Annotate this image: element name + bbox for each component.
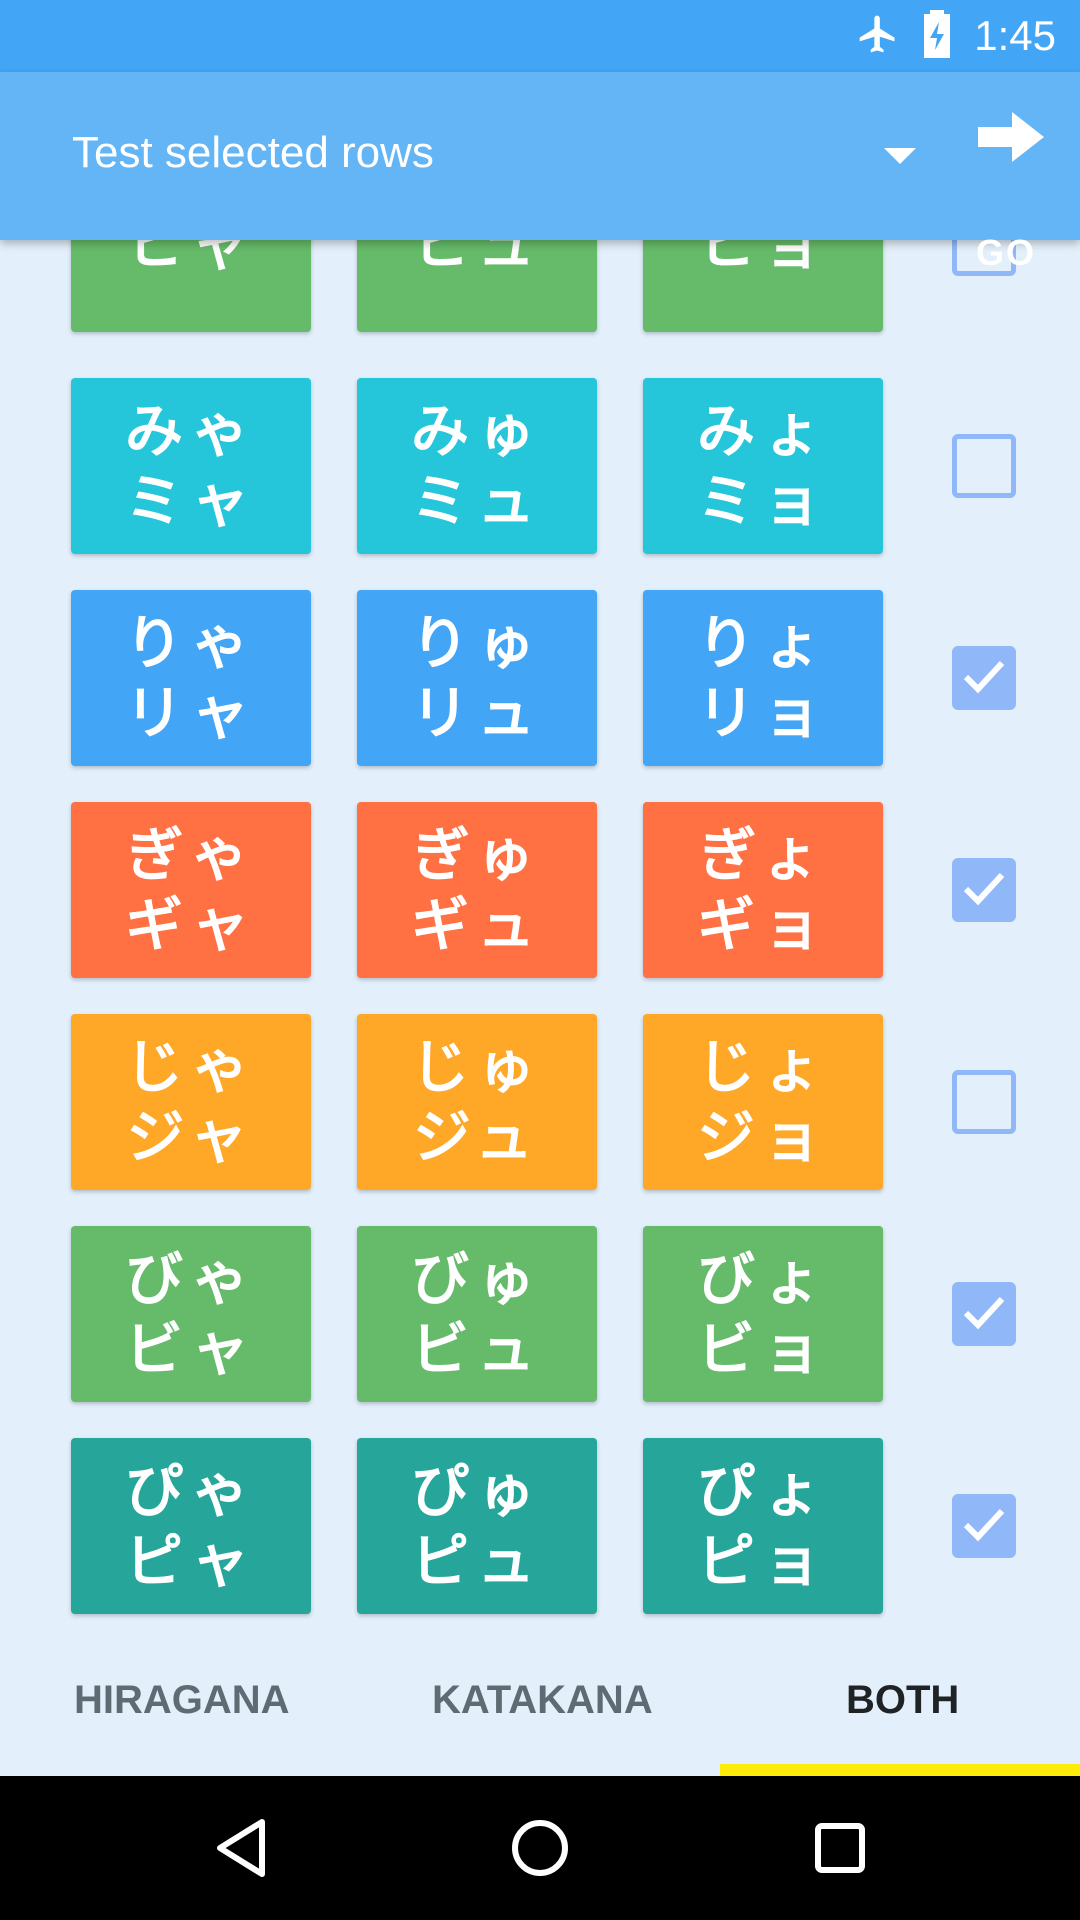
hiragana-label: りゃ — [124, 609, 257, 677]
kana-tile[interactable]: ぴゃ ピャ — [71, 1438, 311, 1614]
row-checkbox[interactable] — [952, 1070, 1016, 1134]
tab-katakana[interactable]: KATAKANA — [432, 1678, 653, 1723]
tab-hiragana[interactable]: HIRAGANA — [74, 1678, 290, 1723]
hiragana-label: ぴょ — [696, 1457, 829, 1525]
kana-tile[interactable]: りゅ リュ — [357, 590, 597, 766]
katakana-label: ジュ — [413, 1103, 541, 1171]
kana-tile[interactable]: ぴゅ ピュ — [357, 1438, 597, 1614]
katakana-label: ピョ — [696, 1527, 829, 1595]
tab-both[interactable]: BOTH — [846, 1678, 959, 1723]
kana-tile[interactable]: ぎょ ギョ — [643, 802, 883, 978]
home-icon[interactable] — [510, 1818, 570, 1882]
katakana-label: ピャ — [124, 1527, 257, 1595]
katakana-label: リャ — [124, 679, 257, 747]
kana-tile[interactable]: ぎゅ ギュ — [357, 802, 597, 978]
battery-charging-icon — [922, 10, 952, 62]
dropdown-arrow-icon[interactable] — [884, 148, 916, 170]
recents-icon[interactable] — [810, 1818, 870, 1882]
katakana-label: ジャ — [126, 1103, 256, 1171]
row-checkbox[interactable] — [952, 646, 1016, 710]
status-icons: 1:45 — [856, 0, 1056, 72]
checkmark-icon — [961, 1505, 1007, 1549]
katakana-label: ミャ — [124, 467, 257, 535]
kana-row: りゃ リャ りゅ リュ りょ リョ — [0, 590, 1080, 766]
kana-tile[interactable]: ヒュ — [357, 240, 597, 332]
hiragana-label: みょ — [696, 397, 829, 465]
katakana-label: ミョ — [696, 467, 829, 535]
hiragana-label: びょ — [696, 1245, 829, 1313]
kana-tile[interactable]: びゅ ビュ — [357, 1226, 597, 1402]
go-label: GO — [976, 232, 1037, 273]
kana-tile[interactable]: みゅ ミュ — [357, 378, 597, 554]
checkmark-icon — [961, 1293, 1007, 1337]
katakana-label: ヒャ — [124, 240, 257, 278]
kana-tile[interactable]: ぴょ ピョ — [643, 1438, 883, 1614]
airplane-mode-icon — [856, 12, 900, 60]
kana-tile[interactable]: びゃ ビャ — [71, 1226, 311, 1402]
hiragana-label: びゃ — [124, 1245, 257, 1313]
katakana-label: リュ — [410, 679, 543, 747]
row-checkbox[interactable] — [952, 434, 1016, 498]
kana-tile[interactable]: みょ ミョ — [643, 378, 883, 554]
kana-row: ぴゃ ピャ ぴゅ ピュ ぴょ ピョ — [0, 1438, 1080, 1614]
katakana-label: ギュ — [410, 891, 543, 959]
katakana-label: ビャ — [124, 1315, 257, 1383]
hiragana-label: びゅ — [410, 1245, 543, 1313]
go-arrow-icon — [966, 108, 1080, 208]
kana-tile[interactable]: じゅ ジュ — [357, 1014, 597, 1190]
script-tabs: HIRAGANA KATAKANA BOTH — [0, 1640, 1080, 1776]
kana-tile[interactable]: ヒャ — [71, 240, 311, 332]
kana-row: ヒャ ヒュ ヒョ — [0, 240, 1080, 332]
status-bar: 1:45 — [0, 0, 1080, 72]
katakana-label: ミュ — [410, 467, 543, 535]
kana-grid[interactable]: ヒャ ヒュ ヒョ みゃ ミャ みゅ ミュ みょ ミョ りゃ リャ りゅ リュ りょ リョ ぎゃ ギャ ぎゅ ギュ ぎょ… — [0, 240, 1080, 1640]
hiragana-label: じゅ — [410, 1033, 543, 1101]
kana-tile[interactable]: りゃ リャ — [71, 590, 311, 766]
test-mode-dropdown[interactable]: Test selected rows — [72, 128, 434, 178]
hiragana-label: ぎょ — [698, 821, 828, 889]
hiragana-label: りゅ — [410, 609, 543, 677]
katakana-label: リョ — [696, 679, 829, 747]
hiragana-label: じょ — [696, 1033, 829, 1101]
app-toolbar: Test selected rows GO — [0, 72, 1080, 273]
kana-tile[interactable]: ヒョ — [643, 240, 883, 332]
kana-tile[interactable]: じゃ ジャ — [71, 1014, 311, 1190]
checkmark-icon — [961, 657, 1007, 701]
kana-tile[interactable]: りょ リョ — [643, 590, 883, 766]
kana-tile[interactable]: みゃ ミャ — [71, 378, 311, 554]
kana-row: みゃ ミャ みゅ ミュ みょ ミョ — [0, 378, 1080, 554]
katakana-label: ビュ — [410, 1315, 543, 1383]
status-time: 1:45 — [974, 12, 1056, 59]
hiragana-label: ぎゅ — [411, 821, 543, 889]
katakana-label: ヒョ — [696, 240, 829, 278]
active-tab-indicator — [720, 1764, 1080, 1776]
row-checkbox[interactable] — [952, 858, 1016, 922]
kana-row: ぎゃ ギャ ぎゅ ギュ ぎょ ギョ — [0, 802, 1080, 978]
katakana-label: ピュ — [410, 1527, 543, 1595]
kana-tile[interactable]: びょ ビョ — [643, 1226, 883, 1402]
hiragana-label: ぴゅ — [410, 1457, 543, 1525]
katakana-label: ジョ — [696, 1103, 829, 1171]
navigation-bar — [0, 1776, 1080, 1920]
back-icon[interactable] — [212, 1818, 272, 1882]
row-checkbox[interactable] — [952, 1282, 1016, 1346]
katakana-label: ギョ — [696, 891, 829, 959]
hiragana-label: りょ — [696, 609, 829, 677]
hiragana-label: ぎゃ — [125, 821, 257, 889]
kana-tile[interactable]: じょ ジョ — [643, 1014, 883, 1190]
kana-row: びゃ ビャ びゅ ビュ びょ ビョ — [0, 1226, 1080, 1402]
katakana-label: ビョ — [696, 1315, 829, 1383]
hiragana-label: ぴゃ — [124, 1457, 257, 1525]
hiragana-label: みゃ — [124, 397, 257, 465]
katakana-label: ギャ — [124, 891, 257, 959]
kana-tile[interactable]: ぎゃ ギャ — [71, 802, 311, 978]
kana-row: じゃ ジャ じゅ ジュ じょ ジョ — [0, 1014, 1080, 1190]
row-checkbox[interactable] — [952, 1494, 1016, 1558]
hiragana-label: みゅ — [410, 397, 543, 465]
hiragana-label: じゃ — [124, 1033, 257, 1101]
katakana-label: ヒュ — [410, 240, 543, 278]
checkmark-icon — [961, 869, 1007, 913]
